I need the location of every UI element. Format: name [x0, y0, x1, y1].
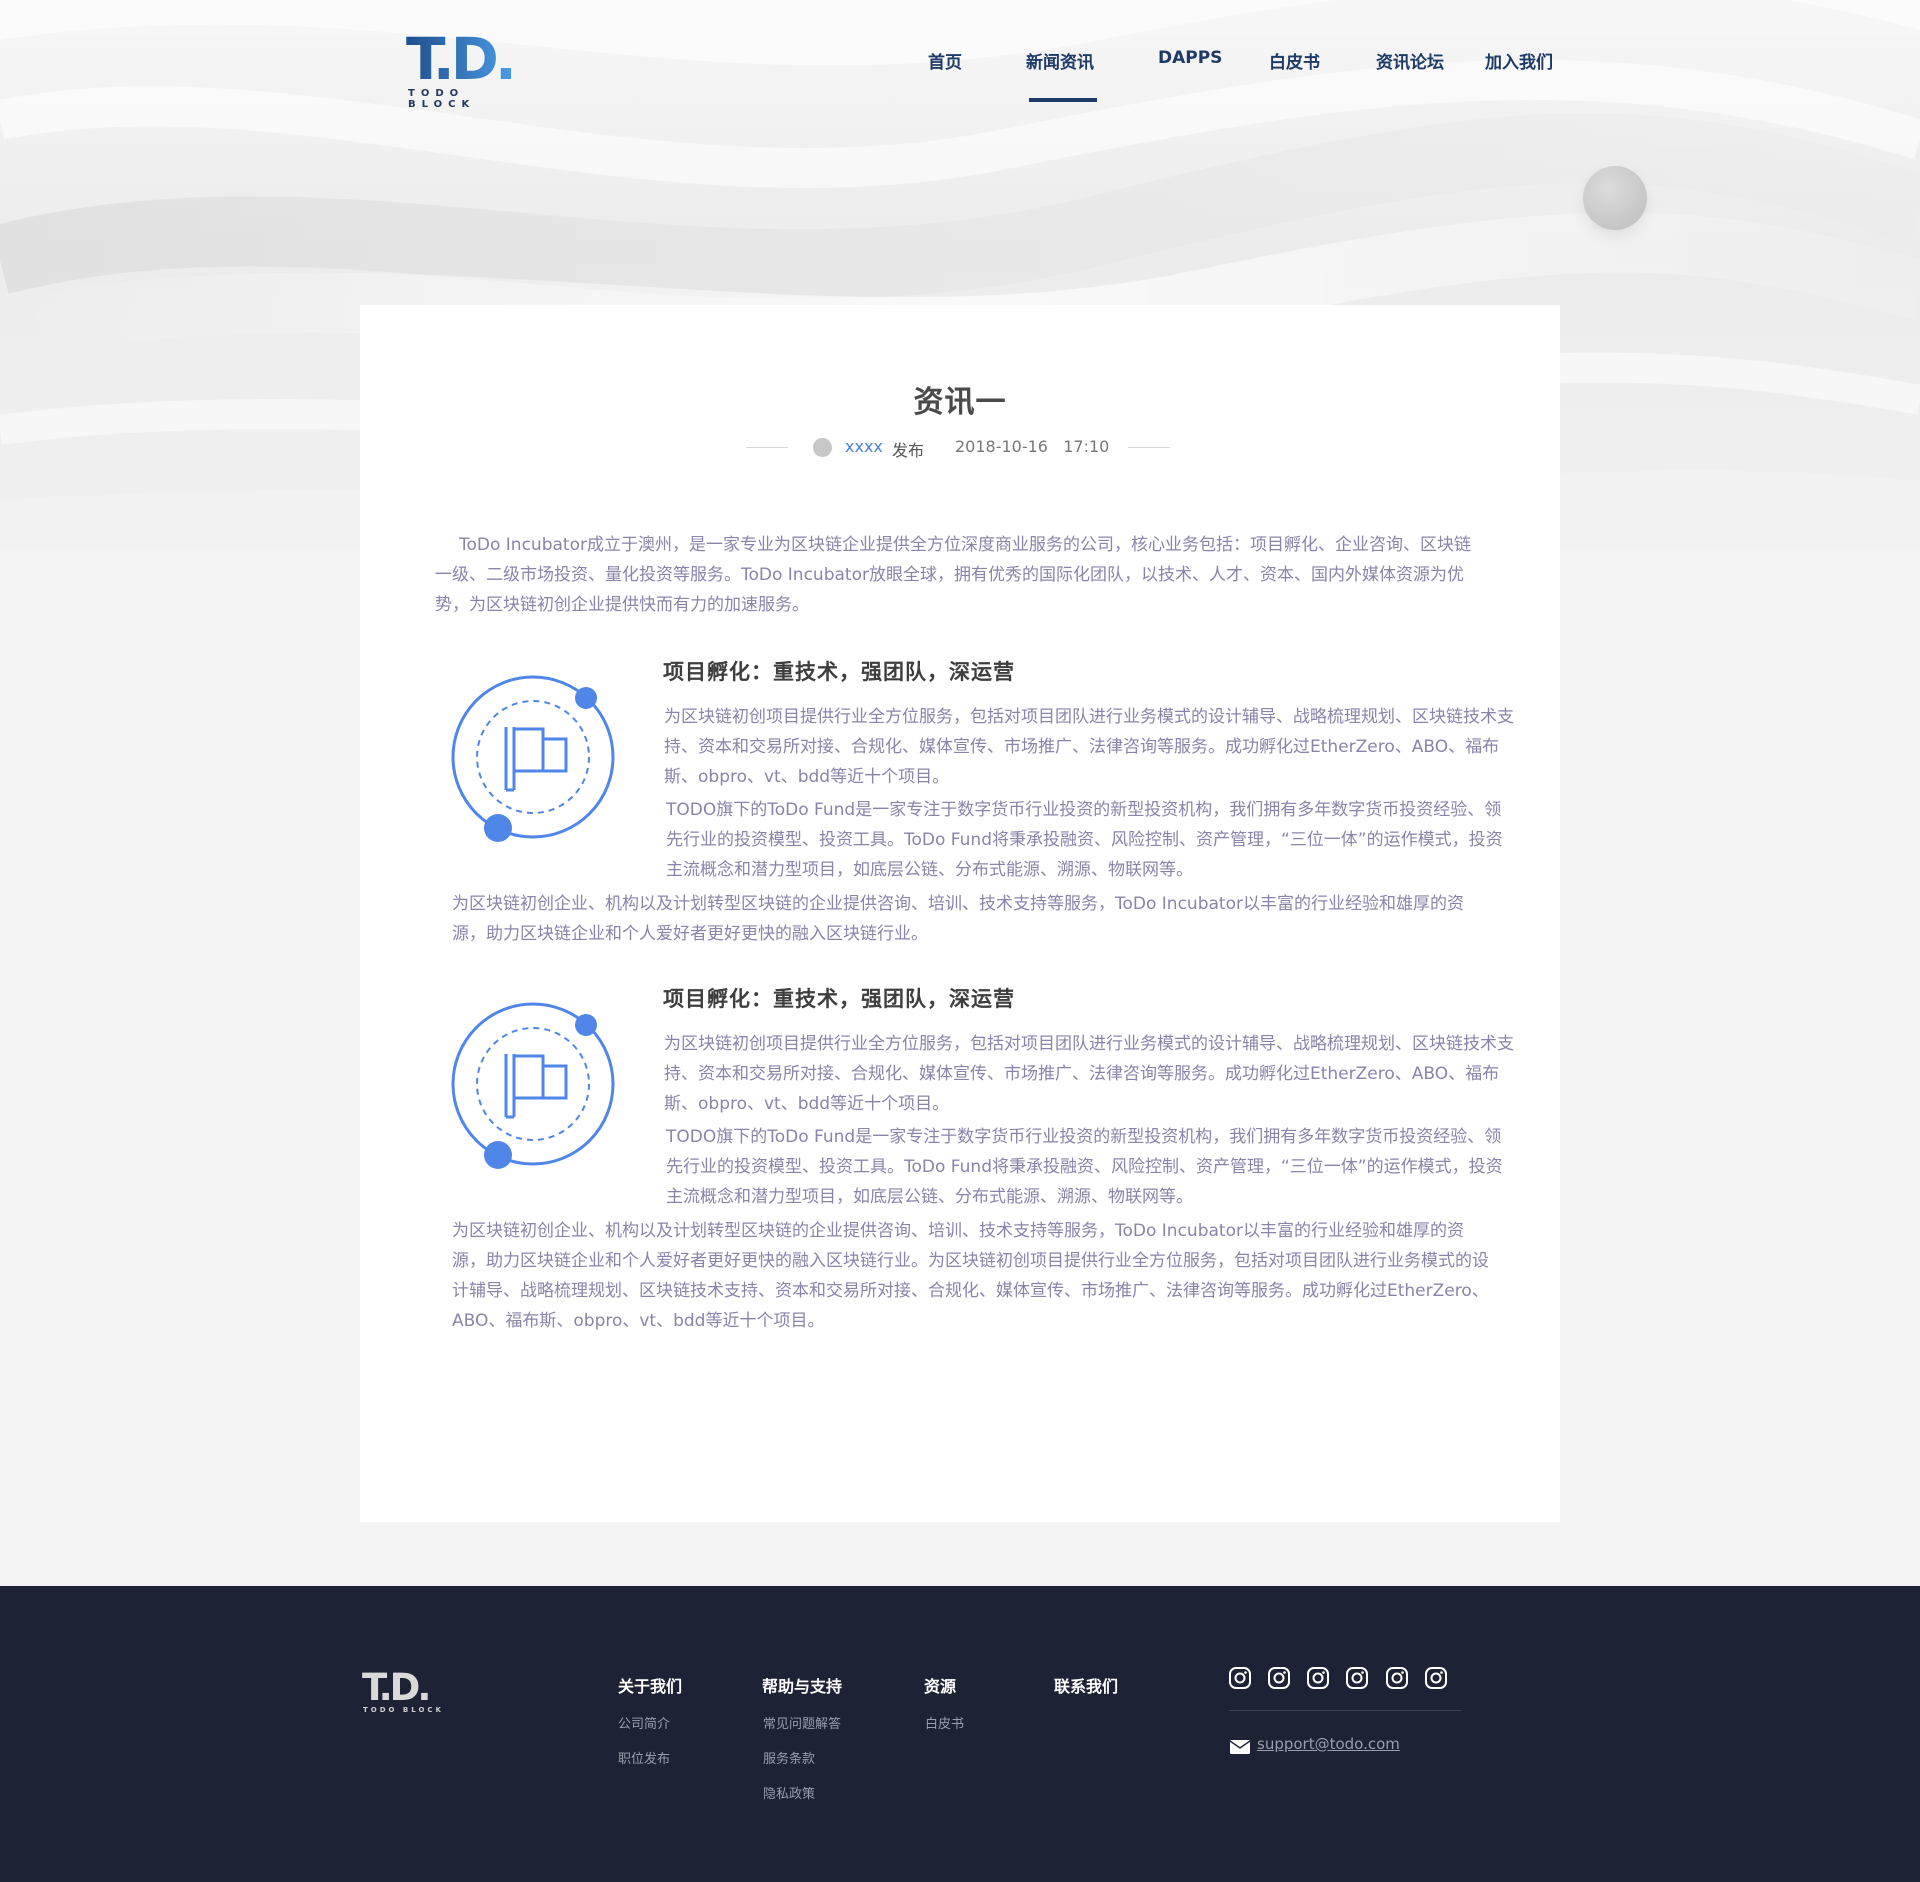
flag-orbit-icon: [448, 999, 618, 1169]
nav-item-join[interactable]: 加入我们: [1485, 48, 1553, 73]
section-heading: 项目孵化：重技术，强团队，深运营: [663, 660, 1015, 684]
section-paragraph: 为区块链初创企业、机构以及计划转型区块链的企业提供咨询、培训、技术支持等服务，T…: [452, 894, 1464, 944]
article-card: 资讯一 xxxx 发布 2018-10-16 17:10 ToDo Incuba…: [360, 305, 1560, 1522]
article-title: 资讯一: [913, 385, 1007, 420]
article-intro: ToDo Incubator成立于澳州，是一家专业为区块链企业提供全方位深度商业…: [435, 535, 1471, 615]
footer-col-contact-title: 联系我们: [1054, 1677, 1119, 1696]
instagram-icon[interactable]: [1424, 1666, 1448, 1690]
section-paragraph: 为区块链初创企业、机构以及计划转型区块链的企业提供咨询、培训、技术支持等服务，T…: [452, 1221, 1489, 1331]
footer-link-terms[interactable]: 服务条款: [763, 1748, 815, 1767]
footer-link-whitepaper[interactable]: 白皮书: [925, 1713, 964, 1732]
author-avatar: [813, 438, 832, 457]
section-paragraph: 为区块链初创项目提供行业全方位服务，包括对项目团队进行业务模式的设计辅导、战略梳…: [664, 1034, 1514, 1114]
footer-logo[interactable]: T.D. TODO BLOCK: [362, 1668, 446, 1716]
nav-item-whitepaper[interactable]: 白皮书: [1269, 48, 1320, 73]
author-link[interactable]: xxxx: [845, 437, 883, 456]
section-heading: 项目孵化：重技术，强团队，深运营: [663, 987, 1015, 1011]
instagram-icon[interactable]: [1228, 1666, 1252, 1690]
footer-logo-mark: T.D.: [362, 1666, 431, 1709]
section-paragraph: TODO旗下的ToDo Fund是一家专注于数字货币行业投资的新型投资机构，我们…: [666, 800, 1503, 880]
footer-link-privacy[interactable]: 隐私政策: [763, 1783, 815, 1802]
footer-col-resources-title: 资源: [924, 1677, 957, 1696]
mail-icon: [1229, 1739, 1251, 1754]
support-email-link[interactable]: support@todo.com: [1257, 1735, 1400, 1753]
nav-item-news[interactable]: 新闻资讯: [1026, 48, 1094, 73]
nav-item-home[interactable]: 首页: [928, 48, 962, 73]
section-paragraph: 为区块链初创项目提供行业全方位服务，包括对项目团队进行业务模式的设计辅导、战略梳…: [664, 707, 1514, 787]
article-meta: xxxx 发布 2018-10-16 17:10: [360, 435, 1560, 460]
footer-col-about-title: 关于我们: [618, 1677, 683, 1696]
site-footer: T.D. TODO BLOCK 关于我们 公司简介 职位发布 帮助与支持 常见问…: [0, 1586, 1920, 1882]
instagram-icon[interactable]: [1345, 1666, 1369, 1690]
instagram-icon[interactable]: [1306, 1666, 1330, 1690]
meta-divider-left: [746, 447, 788, 448]
publish-datetime: 2018-10-16 17:10: [955, 437, 1109, 456]
meta-divider-right: [1128, 447, 1170, 448]
nav-active-indicator: [1029, 98, 1097, 102]
footer-divider: [1229, 1710, 1462, 1711]
footer-logo-subtitle: TODO BLOCK: [363, 1706, 444, 1714]
footer-link-company[interactable]: 公司简介: [618, 1713, 670, 1732]
section-paragraph: TODO旗下的ToDo Fund是一家专注于数字货币行业投资的新型投资机构，我们…: [666, 1127, 1503, 1207]
publish-date: 2018-10-16: [955, 437, 1048, 456]
instagram-icon[interactable]: [1385, 1666, 1409, 1690]
decorative-orb: [1583, 166, 1647, 230]
main-nav: 首页 新闻资讯 DAPPS 白皮书 资讯论坛 加入我们: [0, 48, 1920, 108]
publish-label: 发布: [892, 441, 925, 460]
flag-orbit-icon: [448, 672, 618, 842]
footer-link-faq[interactable]: 常见问题解答: [763, 1713, 841, 1732]
nav-item-dapps[interactable]: DAPPS: [1158, 48, 1222, 68]
footer-link-jobs[interactable]: 职位发布: [618, 1748, 670, 1767]
instagram-icon[interactable]: [1267, 1666, 1291, 1690]
publish-time: 17:10: [1063, 437, 1110, 456]
footer-col-help-title: 帮助与支持: [762, 1677, 843, 1696]
nav-item-forum[interactable]: 资讯论坛: [1376, 48, 1444, 73]
